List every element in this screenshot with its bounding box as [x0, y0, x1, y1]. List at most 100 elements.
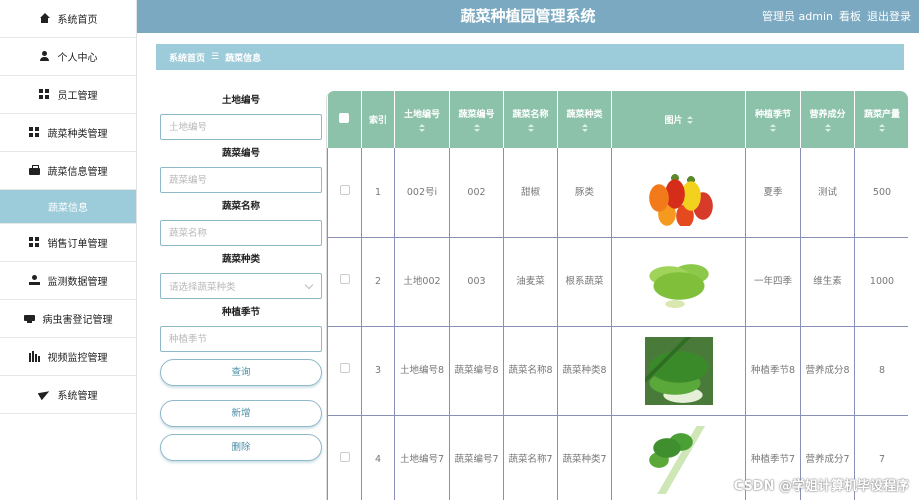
- data-table: 索引 土地编号 蔬菜编号 蔬菜名称 蔬菜种类 图片 种植季节 营养成分 蔬菜产量…: [326, 91, 908, 500]
- delete-button[interactable]: 删除: [160, 434, 322, 461]
- veg-name-cell: 甜椒: [503, 148, 558, 238]
- watermark: CSDN @学姐计算机毕设程序: [733, 479, 909, 494]
- sidebar-item-label: 蔬菜种类管理: [47, 129, 108, 140]
- season-cell: 一年四季: [745, 237, 801, 327]
- header-label: 蔬菜编号: [458, 109, 495, 120]
- image-cell: [611, 415, 746, 500]
- sort-icon[interactable]: [686, 116, 693, 125]
- chart-icon: [28, 351, 40, 362]
- row-checkbox[interactable]: [339, 184, 350, 195]
- sort-icon[interactable]: [473, 123, 480, 133]
- image-cell: [611, 148, 746, 238]
- veg-type-cell: 豚类: [557, 148, 612, 238]
- veg-no-cell: 蔬菜编号8: [449, 326, 504, 416]
- header-label: 种植季节: [754, 109, 791, 120]
- sidebar-item-profile[interactable]: 个人中心: [0, 38, 136, 76]
- image-header[interactable]: 图片: [611, 91, 746, 148]
- nutrition-header[interactable]: 营养成分: [800, 91, 855, 148]
- sidebar-item-label: 视频监控管理: [47, 353, 108, 364]
- sidebar-item-pest[interactable]: 病虫害登记管理: [0, 300, 136, 338]
- land-no-cell: 土地编号7: [394, 415, 450, 500]
- sidebar-item-label: 蔬菜信息: [48, 203, 88, 214]
- query-button[interactable]: 查询: [160, 359, 322, 386]
- land-no-cell: 土地002: [394, 237, 450, 327]
- sidebar-item-home[interactable]: 系统首页: [0, 0, 136, 38]
- veg-name-header[interactable]: 蔬菜名称: [503, 91, 558, 148]
- grid-icon: [38, 89, 50, 100]
- sidebar-item-veg-info-manage[interactable]: 蔬菜信息管理: [0, 152, 136, 190]
- select-all-checkbox[interactable]: [339, 113, 350, 123]
- veg-type-placeholder: 请选择蔬菜种类: [169, 282, 236, 293]
- season-label: 种植季节: [221, 307, 260, 318]
- index-cell: 1: [361, 148, 395, 238]
- land-no-header[interactable]: 土地编号: [394, 91, 450, 148]
- veg-no-input[interactable]: [160, 167, 322, 193]
- user-icon: [39, 51, 50, 62]
- sidebar-item-video[interactable]: 视频监控管理: [0, 338, 136, 376]
- veg-type-select[interactable]: 请选择蔬菜种类: [160, 273, 322, 299]
- row-checkbox[interactable]: [339, 363, 350, 373]
- sidebar-item-monitor-data[interactable]: 监测数据管理: [0, 262, 136, 300]
- sidebar-item-label: 病虫害登记管理: [42, 315, 113, 326]
- sidebar-item-staff[interactable]: 员工管理: [0, 76, 136, 114]
- breadcrumb-separator: ☰: [211, 52, 220, 62]
- sort-icon[interactable]: [824, 123, 831, 133]
- land-no-input[interactable]: [160, 114, 322, 140]
- index-header: 索引: [361, 91, 395, 148]
- yield-header[interactable]: 蔬菜产量: [854, 91, 908, 148]
- search-form: 土地编号 蔬菜编号 蔬菜名称 蔬菜种类 请选择蔬菜种类 种植季节 查询 新增 删…: [160, 94, 322, 461]
- leafy-greens-image[interactable]: [644, 336, 713, 405]
- veg-no-header[interactable]: 蔬菜编号: [449, 91, 504, 148]
- sort-icon[interactable]: [879, 123, 885, 133]
- row-select-cell: [327, 148, 362, 238]
- header-label: 土地编号: [403, 109, 440, 120]
- bell-pepper-image[interactable]: [644, 158, 713, 227]
- header-label: 蔬菜种类: [566, 109, 603, 120]
- nutrition-cell: 维生素: [800, 237, 855, 327]
- cilantro-image[interactable]: [644, 425, 713, 494]
- veg-no-label: 蔬菜编号: [221, 148, 260, 159]
- row-select-cell: [327, 237, 362, 327]
- row-checkbox[interactable]: [339, 452, 350, 462]
- veg-type-label: 蔬菜种类: [221, 254, 260, 265]
- veg-name-cell: 油麦菜: [503, 237, 558, 327]
- sort-icon[interactable]: [527, 123, 534, 133]
- row-checkbox[interactable]: [339, 274, 350, 284]
- grid-icon: [28, 127, 40, 138]
- veg-type-cell: 根系蔬菜: [557, 237, 612, 327]
- logout-link[interactable]: 退出登录: [867, 8, 911, 24]
- veg-type-header[interactable]: 蔬菜种类: [557, 91, 612, 148]
- table-header-row: 索引 土地编号 蔬菜编号 蔬菜名称 蔬菜种类 图片 种植季节 营养成分 蔬菜产量: [327, 91, 908, 148]
- index-cell: 2: [361, 237, 395, 327]
- veg-name-input[interactable]: [160, 220, 322, 246]
- home-icon: [39, 13, 50, 24]
- image-cell: [611, 326, 746, 416]
- index-cell: 3: [361, 326, 395, 416]
- send-icon: [39, 389, 50, 400]
- table-row[interactable]: 3 土地编号8 蔬菜编号8 蔬菜名称8 蔬菜种类8 种植季节8 营养成分8 8: [327, 326, 908, 416]
- user-label: 管理员 admin: [762, 10, 833, 23]
- sidebar-item-veg-type[interactable]: 蔬菜种类管理: [0, 114, 136, 152]
- sidebar-item-label: 个人中心: [57, 53, 98, 64]
- card-icon: [23, 313, 35, 324]
- sidebar-subitem-veg-info[interactable]: 蔬菜信息: [0, 190, 136, 224]
- person-icon: [28, 275, 40, 286]
- breadcrumb-home[interactable]: 系统首页: [169, 51, 205, 64]
- season-cell: 夏季: [745, 148, 801, 238]
- sidebar-item-orders[interactable]: 销售订单管理: [0, 224, 136, 262]
- table-row[interactable]: 2 土地002 003 油麦菜 根系蔬菜 一年四季 维生素 1000: [327, 237, 908, 327]
- dashboard-link[interactable]: 看板: [839, 8, 861, 24]
- sort-icon[interactable]: [419, 123, 425, 133]
- nutrition-cell: 测试: [800, 148, 855, 238]
- index-cell: 4: [361, 415, 395, 500]
- lettuce-image[interactable]: [644, 247, 713, 316]
- add-button[interactable]: 新增: [160, 400, 322, 427]
- image-cell: [611, 237, 746, 327]
- sort-icon[interactable]: [770, 123, 776, 133]
- header-label: 营养成分: [809, 109, 846, 120]
- season-input[interactable]: [160, 326, 322, 352]
- sidebar-item-system[interactable]: 系统管理: [0, 376, 136, 414]
- table-row[interactable]: 1 002号i 002 甜椒 豚类 夏季 测试 500: [327, 148, 908, 238]
- season-header[interactable]: 种植季节: [745, 91, 801, 148]
- sort-icon[interactable]: [581, 123, 588, 133]
